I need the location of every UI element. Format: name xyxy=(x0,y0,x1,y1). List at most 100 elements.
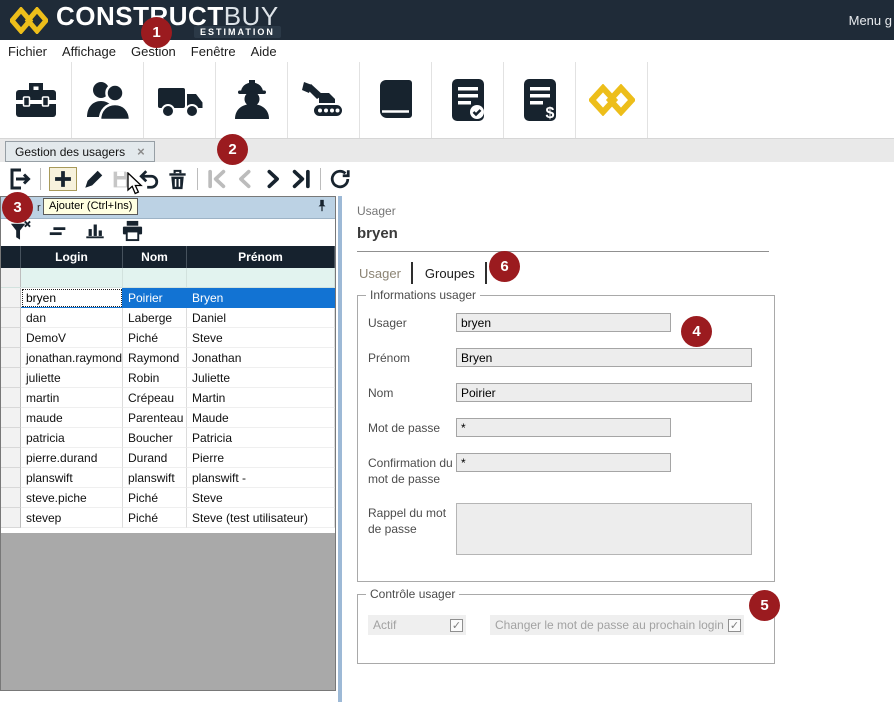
detail-tabs: Usager Groupes xyxy=(357,261,894,285)
table-row[interactable]: danLabergeDaniel xyxy=(1,308,335,328)
tab-label: Gestion des usagers xyxy=(15,145,125,159)
controle-usager-group: Contrôle usager Actif✓Changer le mot de … xyxy=(357,594,775,664)
table-row[interactable]: DemoVPichéSteve xyxy=(1,328,335,348)
column-header-login[interactable]: Login xyxy=(21,246,123,268)
table-row[interactable]: bryenPoirierBryen xyxy=(1,288,335,308)
users-button[interactable] xyxy=(72,62,144,138)
table-row[interactable]: jonathan.raymondRaymondJonathan xyxy=(1,348,335,368)
rappel-mot-de-passe-input[interactable] xyxy=(456,503,752,555)
table-row[interactable]: pierre.durandDurandPierre xyxy=(1,448,335,468)
svg-text:$: $ xyxy=(545,105,554,122)
user-list-panel: r xyxy=(0,196,336,691)
panel-splitter[interactable] xyxy=(338,196,342,702)
row-selector xyxy=(1,468,21,488)
excavator-button[interactable] xyxy=(288,62,360,138)
nom-input[interactable]: Poirier xyxy=(456,383,752,402)
grid-empty-area xyxy=(1,533,335,690)
header-right-menu[interactable]: Menu g xyxy=(849,13,892,28)
annotation-badge-5: 5 xyxy=(749,590,780,621)
toolbox-button[interactable] xyxy=(0,62,72,138)
chart-icon[interactable] xyxy=(84,219,106,246)
menubar: FichierAffichageGestionFenêtreAide xyxy=(0,40,894,62)
application-window: CONSTRUCTBUY ESTIMATION Menu g Fichier Af… xyxy=(0,0,894,702)
truck-button[interactable] xyxy=(144,62,216,138)
mot-de-passe-input[interactable]: * xyxy=(456,418,671,437)
row-selector xyxy=(1,488,21,508)
annotation-badge-6: 6 xyxy=(489,251,520,282)
document-check-button[interactable] xyxy=(432,62,504,138)
users-icon xyxy=(85,77,131,123)
last-record-button[interactable] xyxy=(290,168,312,190)
menu-item-affichage[interactable]: Affichage xyxy=(62,44,116,59)
informations-usager-group: Informations usager UsagerbryenPrénomBry… xyxy=(357,295,775,582)
last-record-icon xyxy=(290,168,312,190)
column-header-prénom[interactable]: Prénom xyxy=(187,246,335,268)
filter-row-selector xyxy=(1,268,21,287)
grid-filter-row[interactable] xyxy=(1,268,335,288)
print-icon[interactable] xyxy=(121,219,144,247)
table-row[interactable]: steve.pichePichéSteve xyxy=(1,488,335,508)
table-row[interactable]: patriciaBoucherPatricia xyxy=(1,428,335,448)
prenom-label: Prénom xyxy=(368,348,456,367)
toolbar-separator xyxy=(320,168,321,190)
document-dollar-button[interactable]: $ xyxy=(504,62,576,138)
actif-checkbox-label: Actif xyxy=(373,618,396,632)
menu-item-fichier[interactable]: Fichier xyxy=(8,44,47,59)
app-header: CONSTRUCTBUY ESTIMATION Menu g xyxy=(0,0,894,40)
change-password-checkbox[interactable]: Changer le mot de passe au prochain logi… xyxy=(490,615,744,635)
pin-icon[interactable] xyxy=(315,198,329,218)
add-button[interactable] xyxy=(49,167,77,191)
grid-header: LoginNomPrénom xyxy=(1,246,335,268)
book-button[interactable] xyxy=(360,62,432,138)
first-record-icon xyxy=(206,168,228,190)
row-selector xyxy=(1,388,21,408)
add-button-tooltip: Ajouter (Ctrl+Ins) xyxy=(43,198,138,215)
prenom-input[interactable]: Bryen xyxy=(456,348,752,367)
row-selector xyxy=(1,348,21,368)
table-row[interactable]: julietteRobinJuliette xyxy=(1,368,335,388)
mouse-cursor-icon xyxy=(126,172,144,201)
change-password-checkbox-box[interactable]: ✓ xyxy=(728,619,741,632)
row-selector xyxy=(1,288,21,308)
toolbox-icon xyxy=(13,77,59,123)
menu-item-aide[interactable]: Aide xyxy=(251,44,277,59)
tab-close-icon[interactable]: × xyxy=(137,144,145,159)
rows-icon[interactable] xyxy=(47,219,69,246)
edit-button[interactable] xyxy=(83,168,105,190)
row-selector xyxy=(1,508,21,528)
actif-checkbox-box[interactable]: ✓ xyxy=(450,619,463,632)
rappel-mot-de-passe-label: Rappel du mot de passe xyxy=(368,503,456,555)
refresh-icon xyxy=(329,168,351,190)
record-title: bryen xyxy=(357,225,769,252)
tab-groupes[interactable]: Groupes xyxy=(423,266,485,281)
worker-button[interactable] xyxy=(216,62,288,138)
annotation-badge-4: 4 xyxy=(681,316,712,347)
table-row[interactable]: stevepPichéSteve (test utilisateur) xyxy=(1,508,335,528)
worker-icon xyxy=(229,77,275,123)
info-fields: UsagerbryenPrénomBryenNomPoirierMot de p… xyxy=(368,313,764,555)
nom-label: Nom xyxy=(368,383,456,402)
tab-usager[interactable]: Usager xyxy=(357,266,411,281)
constructbuy-module-button[interactable] xyxy=(576,62,648,138)
first-record-button[interactable] xyxy=(206,168,228,190)
menu-item-fenêtre[interactable]: Fenêtre xyxy=(191,44,236,59)
grid-body: bryenPoirierBryendanLabergeDanielDemoVPi… xyxy=(1,288,335,528)
refresh-button[interactable] xyxy=(329,168,351,190)
next-record-button[interactable] xyxy=(262,168,284,190)
exit-button[interactable] xyxy=(8,167,32,191)
confirmation-mot-de-passe-input[interactable]: * xyxy=(456,453,671,472)
table-row[interactable]: planswiftplanswiftplanswift - xyxy=(1,468,335,488)
usager-input[interactable]: bryen xyxy=(456,313,671,332)
annotation-badge-3: 3 xyxy=(2,192,33,223)
constructbuy-logo-icon xyxy=(589,84,635,116)
row-selector xyxy=(1,408,21,428)
brand-subtitle: ESTIMATION xyxy=(194,26,281,38)
actif-checkbox[interactable]: Actif ✓ xyxy=(368,615,466,635)
tab-separator xyxy=(411,262,413,284)
table-row[interactable]: martinCrépeauMartin xyxy=(1,388,335,408)
table-row[interactable]: maudeParenteauMaude xyxy=(1,408,335,428)
previous-record-button[interactable] xyxy=(234,168,256,190)
tab-gestion-des-usagers[interactable]: Gestion des usagers × xyxy=(5,141,155,162)
delete-button[interactable] xyxy=(166,168,189,191)
column-header-nom[interactable]: Nom xyxy=(123,246,187,268)
